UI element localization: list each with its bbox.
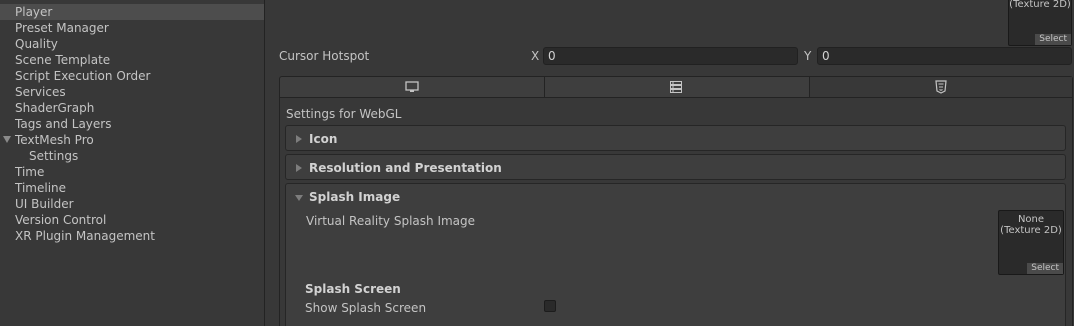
show-splash-screen-checkbox[interactable] — [544, 300, 556, 312]
sidebar-item-label: Settings — [29, 149, 79, 163]
server-icon — [670, 81, 682, 93]
section-title: Resolution and Presentation — [309, 161, 502, 175]
vr-splash-image-field[interactable]: None (Texture 2D) Select — [998, 210, 1064, 275]
sidebar-item-label: Script Execution Order — [15, 69, 151, 83]
section-title: Icon — [309, 132, 338, 146]
sidebar-item-timeline[interactable]: Timeline — [0, 180, 264, 196]
sidebar-item-textmesh-pro[interactable]: TextMesh Pro — [0, 132, 264, 148]
sidebar-item-shadergraph[interactable]: ShaderGraph — [0, 100, 264, 116]
show-splash-screen-label: Show Splash Screen — [305, 301, 427, 315]
sidebar-item-label: Services — [15, 85, 66, 99]
sidebar-item-label: Scene Template — [15, 53, 111, 67]
sidebar-item-xr-plugin-management[interactable]: XR Plugin Management — [0, 228, 264, 244]
sidebar-item-label: Timeline — [15, 181, 67, 195]
sidebar-item-label: UI Builder — [15, 197, 74, 211]
sidebar-item-script-execution-order[interactable]: Script Execution Order — [0, 68, 264, 84]
splash-image-section-header[interactable]: Splash Image — [286, 184, 1066, 208]
sidebar-item-quality[interactable]: Quality — [0, 36, 264, 52]
sidebar-item-label: Time — [15, 165, 45, 179]
html5-icon — [935, 80, 947, 94]
sidebar-item-services[interactable]: Services — [0, 84, 264, 100]
platform-tab-bar — [279, 76, 1073, 98]
sidebar-item-label: ShaderGraph — [15, 101, 95, 115]
splash-screen-heading: Splash Screen — [305, 282, 401, 296]
monitor-icon — [405, 81, 419, 92]
tab-webgl[interactable] — [810, 77, 1072, 97]
icon-section-header[interactable]: Icon — [285, 125, 1066, 151]
sidebar-item-label: XR Plugin Management — [15, 229, 155, 243]
hotspot-x-label: X — [531, 49, 540, 63]
sidebar-item-label: TextMesh Pro — [15, 133, 94, 147]
tab-standalone[interactable] — [280, 77, 544, 97]
cursor-texture-field[interactable]: (Texture 2D) Select — [1008, 0, 1072, 46]
sidebar-item-ui-builder[interactable]: UI Builder — [0, 196, 264, 212]
foldout-expanded-icon[interactable] — [3, 136, 11, 143]
resolution-section-header[interactable]: Resolution and Presentation — [285, 154, 1066, 180]
project-settings-sidebar: Player Preset Manager Quality Scene Temp… — [0, 0, 265, 326]
cursor-texture-type: (Texture 2D) — [1009, 0, 1071, 10]
splash-image-section: Splash Image Virtual Reality Splash Imag… — [285, 183, 1066, 326]
hotspot-y-label: Y — [804, 49, 812, 63]
collapsed-arrow-icon — [296, 164, 302, 172]
sidebar-item-label: Player — [15, 5, 53, 19]
hotspot-x-field[interactable]: 0 — [543, 47, 798, 65]
sidebar-item-version-control[interactable]: Version Control — [0, 212, 264, 228]
texture-value: None — [1017, 214, 1045, 225]
player-settings-panel: (Texture 2D) Select Cursor Hotspot X 0 Y… — [265, 0, 1074, 326]
sidebar-item-tags-and-layers[interactable]: Tags and Layers — [0, 116, 264, 132]
expanded-arrow-icon — [295, 195, 303, 201]
vr-splash-image-label: Virtual Reality Splash Image — [306, 214, 476, 228]
tab-dedicated-server[interactable] — [545, 77, 809, 97]
cursor-texture-select-button[interactable]: Select — [1035, 34, 1071, 45]
webgl-settings: Settings for WebGL Icon Resolution and P… — [279, 98, 1073, 326]
sidebar-item-label: Tags and Layers — [15, 117, 112, 131]
texture-type: (Texture 2D) — [1000, 225, 1062, 236]
cursor-hotspot-label: Cursor Hotspot — [279, 49, 370, 63]
sidebar-item-player[interactable]: Player — [0, 4, 264, 20]
collapsed-arrow-icon — [296, 135, 302, 143]
sidebar-item-textmesh-pro-settings[interactable]: Settings — [0, 148, 264, 164]
sidebar-item-scene-template[interactable]: Scene Template — [0, 52, 264, 68]
section-title: Splash Image — [309, 190, 401, 204]
sidebar-item-label: Version Control — [15, 213, 107, 227]
sidebar-item-time[interactable]: Time — [0, 164, 264, 180]
hotspot-y-field[interactable]: 0 — [817, 47, 1072, 65]
settings-for-webgl-title: Settings for WebGL — [286, 107, 402, 121]
sidebar-item-label: Preset Manager — [15, 21, 109, 35]
sidebar-item-label: Quality — [15, 37, 58, 51]
sidebar-item-preset-manager[interactable]: Preset Manager — [0, 20, 264, 36]
vr-splash-select-button[interactable]: Select — [1027, 263, 1063, 274]
